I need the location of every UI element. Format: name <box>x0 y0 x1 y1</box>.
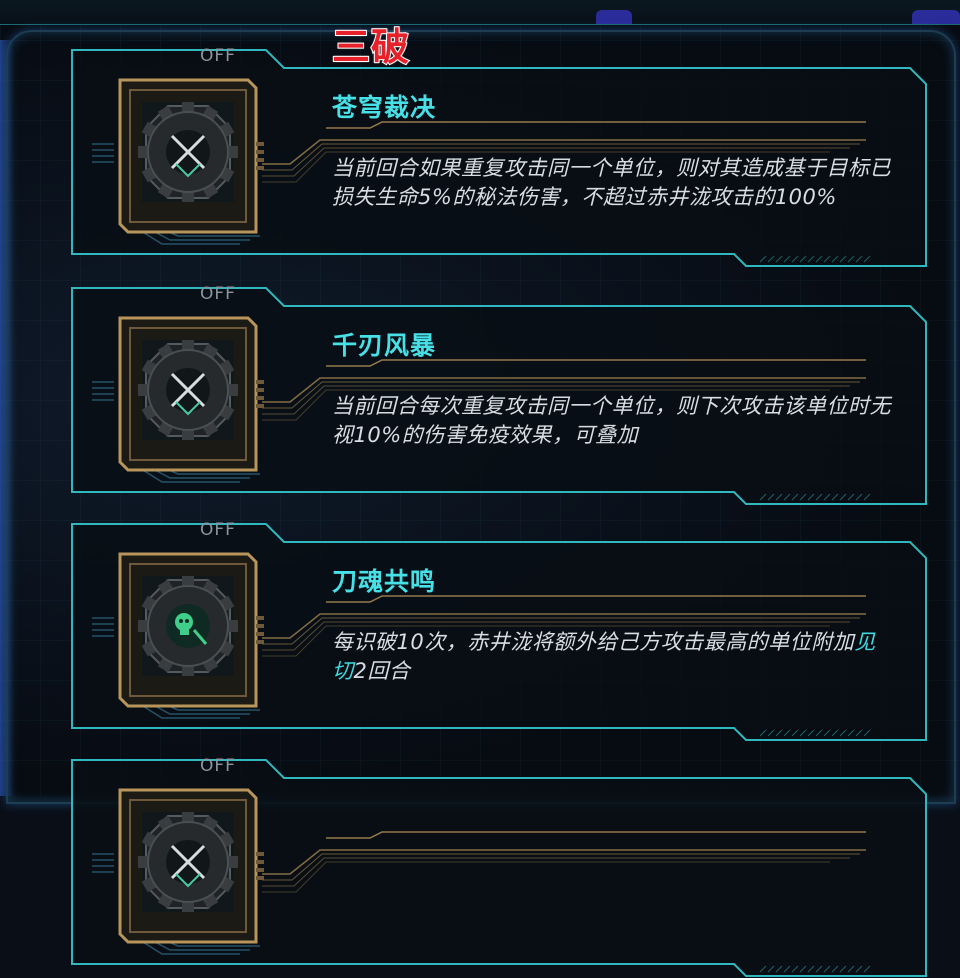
skill-icon-wrap <box>98 52 278 252</box>
toggle-off-label[interactable]: OFF <box>200 284 236 304</box>
skill-description: 当前回合如果重复攻击同一个单位，则对其造成基于目标已损失生命5%的秘法伤害，不超… <box>332 156 891 209</box>
skill-title: 苍穹裁决 <box>332 93 437 122</box>
skill-title: 刀魂共鸣 <box>332 567 437 596</box>
gear-icon <box>118 788 264 944</box>
toggle-off-label[interactable]: OFF <box>200 46 236 66</box>
toggle-off-label[interactable]: OFF <box>200 756 236 776</box>
skill-title: 千刃风暴 <box>332 331 437 360</box>
skill-description: 每识破10次，赤井泷将额外给己方攻击最高的单位附加见切2回合 <box>332 628 892 686</box>
toggle-off-label[interactable]: OFF <box>200 520 236 540</box>
skill-icon-wrap <box>98 762 278 962</box>
skill-card[interactable]: OFF 刀魂共鸣 每识破10次，赤井泷将额外给己方攻击最高的单位附加见切2回合 <box>70 518 930 742</box>
skill-description: 当前回合每次重复攻击同一个单位，则下次攻击该单位时无视10%的伤害免疫效果，可叠… <box>332 394 891 447</box>
skill-card[interactable]: OFF 千刃风暴 当前回合每次重复攻击同一个单位，则下次攻击该单位时无视10%的… <box>70 282 930 506</box>
top-tab <box>912 10 960 24</box>
top-tab <box>596 10 632 24</box>
crossed-swords-gear-icon <box>118 316 264 472</box>
skill-card[interactable]: OFF <box>70 754 930 978</box>
skill-card[interactable]: OFF 苍穹裁决 当前回合如果重复攻击同一个单位，则对其造成基于目标已损失生命5… <box>70 44 930 268</box>
desc-text: 2回合 <box>353 659 411 683</box>
top-strip <box>0 0 960 25</box>
skill-icon-wrap <box>98 526 278 726</box>
skull-gear-icon <box>118 552 264 708</box>
skill-icon-wrap <box>98 290 278 490</box>
crossed-swords-gear-icon <box>118 78 264 234</box>
desc-text: 每识破10次，赤井泷将额外给己方攻击最高的单位附加 <box>332 630 855 654</box>
